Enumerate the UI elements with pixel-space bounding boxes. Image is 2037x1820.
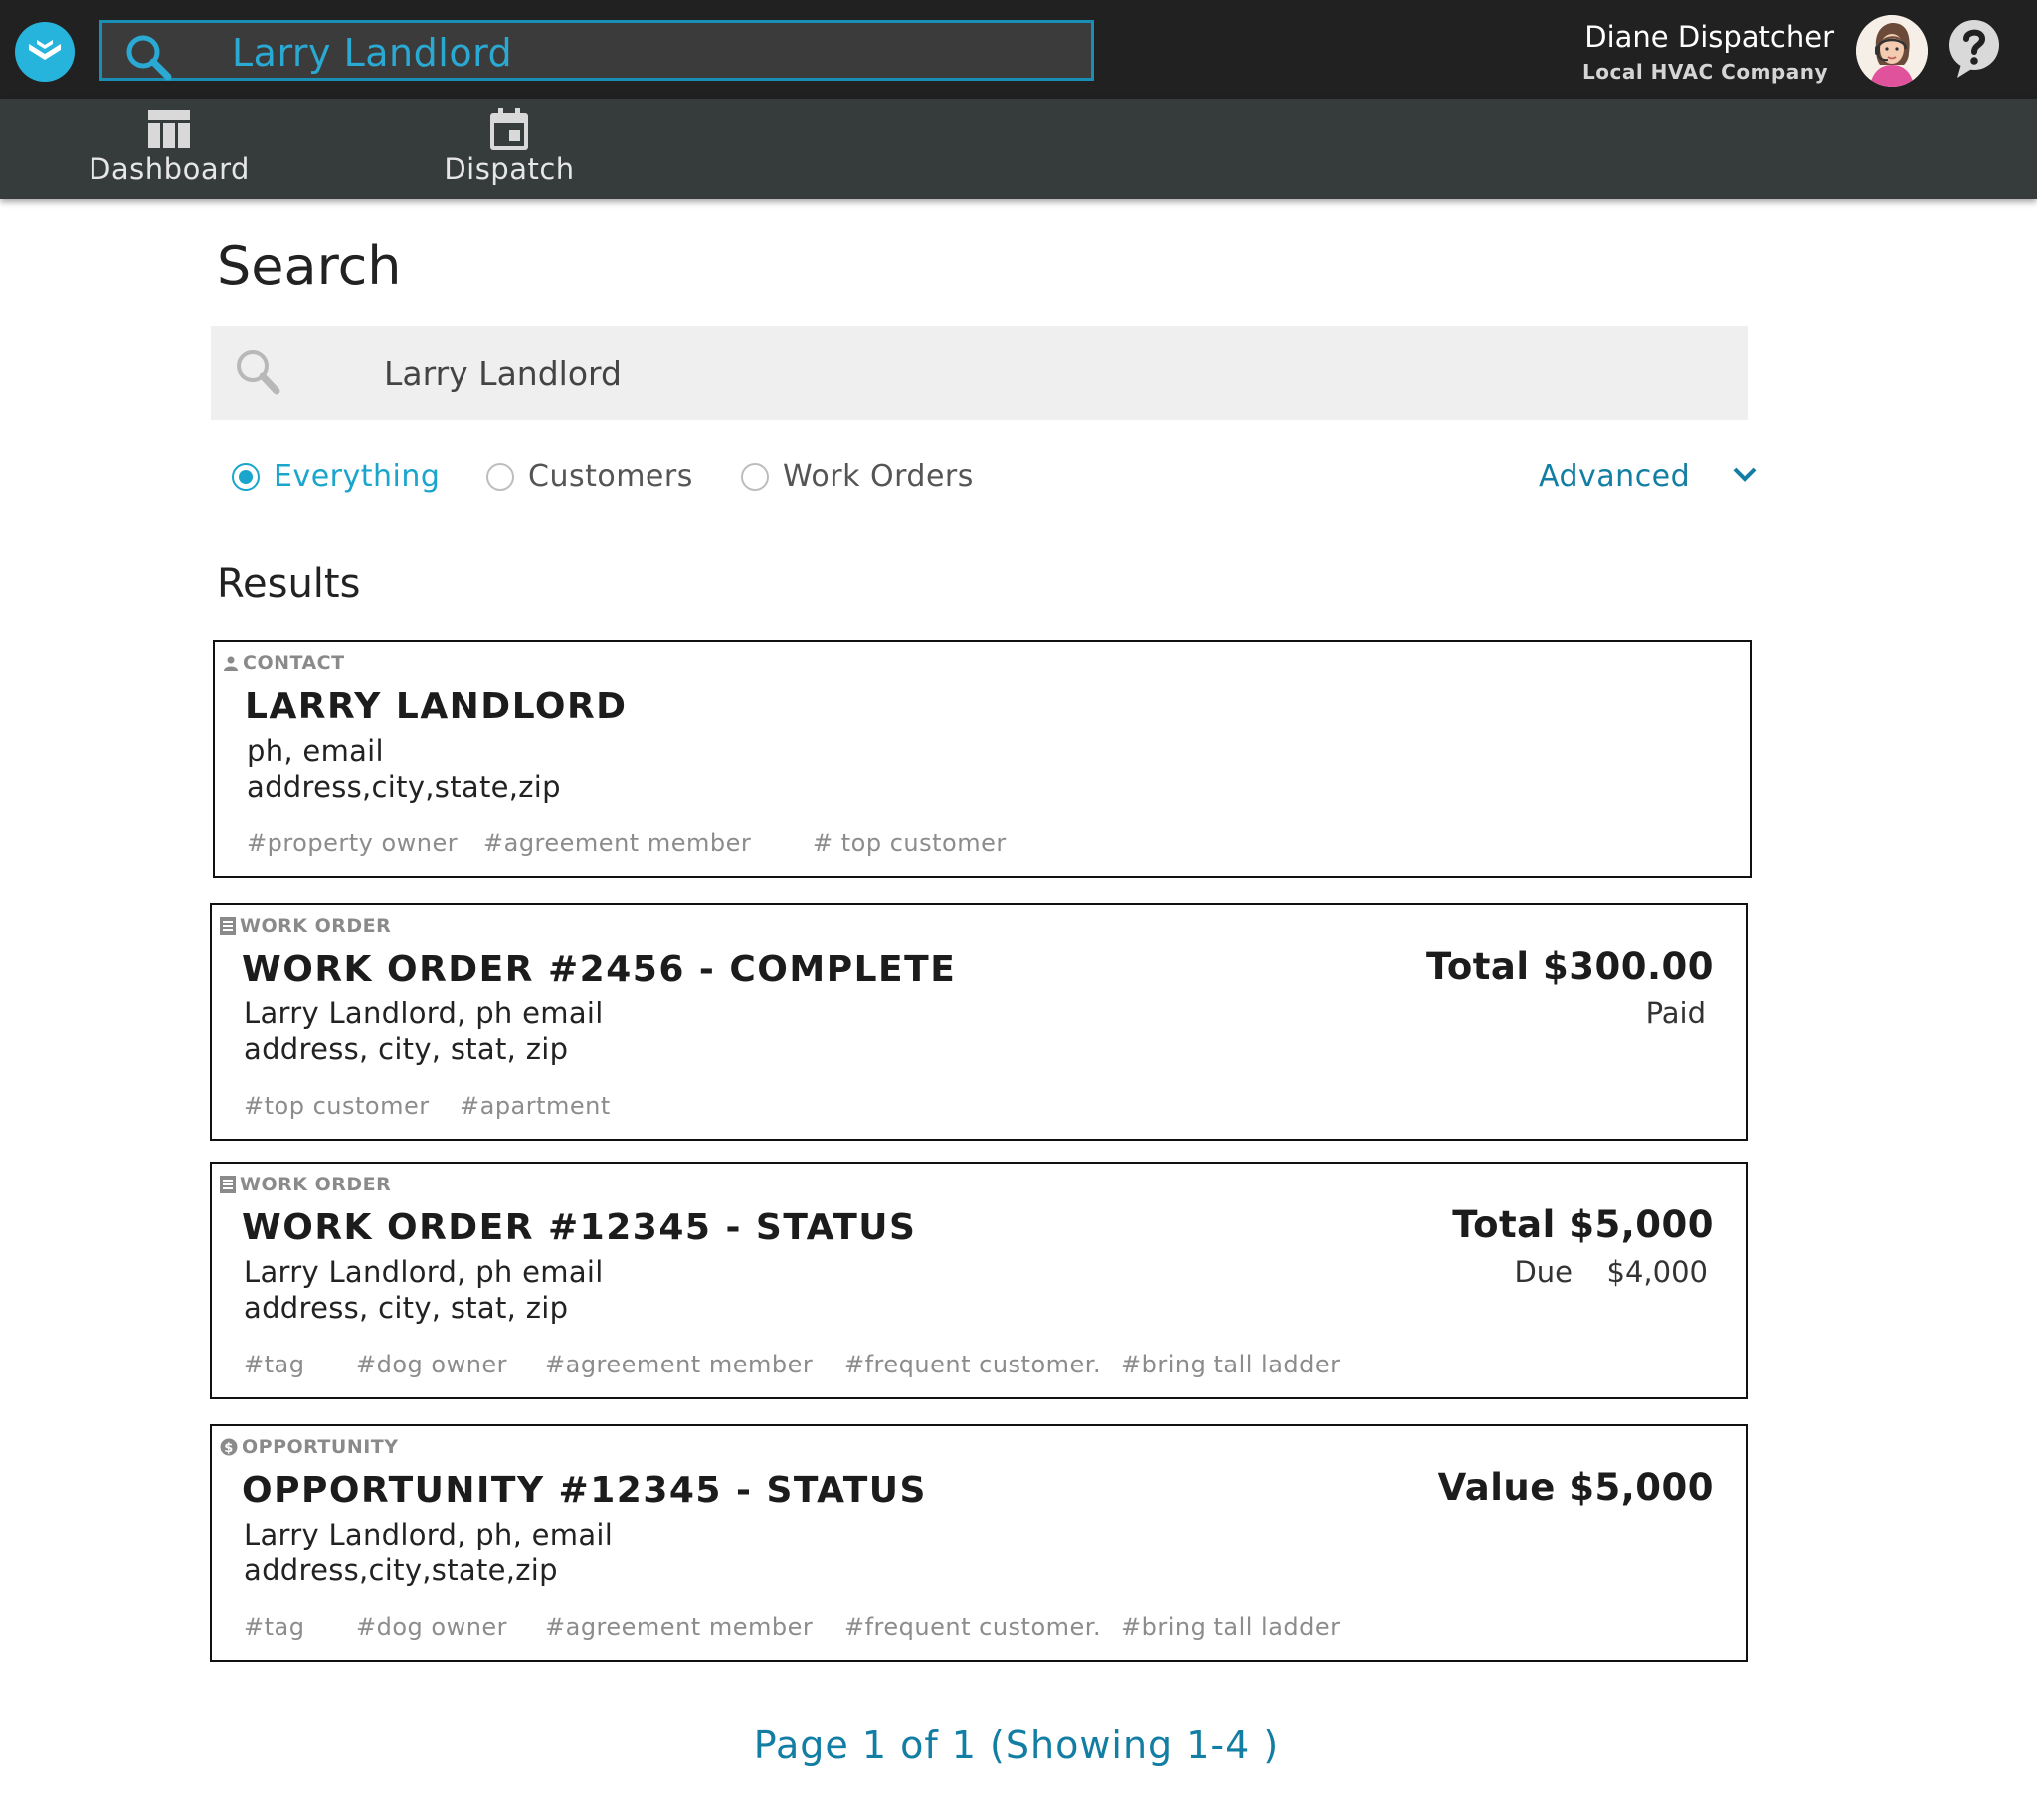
result-kind-label: WORK ORDER — [240, 915, 392, 937]
top-bar: Larry Landlord Diane Dispatcher Local HV… — [0, 0, 2037, 99]
result-tag[interactable]: #tag — [244, 1351, 304, 1378]
result-title: LARRY LANDLORD — [245, 686, 628, 727]
table-icon — [148, 106, 190, 152]
result-total: Total $300.00 — [1426, 945, 1714, 988]
result-tag[interactable]: #frequent customer. — [844, 1613, 1101, 1641]
filter-everything-label: Everything — [274, 459, 441, 494]
result-address: address, city, stat, zip — [244, 1032, 569, 1066]
advanced-label: Advanced — [1539, 459, 1691, 494]
result-kind: CONTACT — [223, 652, 345, 674]
filter-work-orders-label: Work Orders — [783, 459, 974, 494]
due-value: $4,000 — [1606, 1255, 1708, 1289]
pagination-label: Page 1 of 1 (Showing 1-4 ) — [753, 1724, 1280, 1767]
result-card-contact[interactable]: CONTACT LARRY LANDLORD ph, email address… — [213, 640, 1752, 878]
result-tag[interactable]: #bring tall ladder — [1121, 1351, 1341, 1378]
result-address: address,city,state,zip — [244, 1553, 558, 1587]
filter-work-orders-radio[interactable]: Work Orders — [741, 459, 974, 494]
result-kind-label: OPPORTUNITY — [242, 1436, 399, 1458]
result-contact-info: Larry Landlord, ph, email — [244, 1518, 614, 1551]
result-title: WORK ORDER #12345 - STATUS — [242, 1207, 917, 1248]
payment-status: Paid — [1645, 997, 1706, 1030]
result-card-work-order[interactable]: WORK ORDER WORK ORDER #12345 - STATUS La… — [210, 1162, 1748, 1399]
nav-label-dashboard: Dashboard — [89, 152, 250, 186]
result-title: OPPORTUNITY #12345 - STATUS — [242, 1470, 927, 1511]
result-tag[interactable]: #tag — [244, 1613, 304, 1641]
result-tag[interactable]: # top customer — [813, 829, 1007, 857]
filter-everything-radio[interactable]: Everything — [232, 459, 440, 494]
result-total: Total $5,000 — [1452, 1203, 1714, 1246]
result-card-work-order[interactable]: WORK ORDER WORK ORDER #2456 - COMPLETE L… — [210, 903, 1748, 1141]
results-heading: Results — [217, 561, 361, 607]
result-card-opportunity[interactable]: $ OPPORTUNITY OPPORTUNITY #12345 - STATU… — [210, 1424, 1748, 1662]
result-tag[interactable]: #agreement member — [545, 1351, 813, 1378]
result-value: Value $5,000 — [1437, 1466, 1714, 1509]
document-icon — [220, 917, 236, 935]
calendar-icon — [490, 106, 528, 152]
chevron-down-icon — [1732, 465, 1758, 488]
result-contact-info: Larry Landlord, ph email — [244, 997, 604, 1030]
advanced-toggle[interactable]: Advanced — [1539, 459, 1758, 494]
filter-customers-radio[interactable]: Customers — [486, 459, 693, 494]
result-title: WORK ORDER #2456 - COMPLETE — [242, 949, 957, 990]
global-search-input[interactable]: Larry Landlord — [99, 20, 1094, 81]
nav-label-dispatch: Dispatch — [444, 152, 575, 186]
result-contact-info: Larry Landlord, ph email — [244, 1255, 604, 1289]
result-address: address, city, stat, zip — [244, 1291, 569, 1325]
filter-customers-label: Customers — [528, 459, 693, 494]
svg-text:$: $ — [224, 1441, 234, 1456]
nav-item-dashboard[interactable]: Dashboard — [60, 99, 278, 199]
nav-item-dispatch[interactable]: Dispatch — [410, 99, 609, 199]
search-icon — [122, 31, 176, 90]
result-tag[interactable]: #dog owner — [356, 1613, 507, 1641]
result-tag[interactable]: #property owner — [247, 829, 458, 857]
result-tag[interactable]: #dog owner — [356, 1351, 507, 1378]
result-tag[interactable]: #bring tall ladder — [1121, 1613, 1341, 1641]
person-icon — [223, 655, 239, 671]
user-company: Local HVAC Company — [1582, 60, 1828, 84]
result-tag[interactable]: #top customer — [244, 1092, 430, 1120]
page-title: Search — [217, 235, 402, 297]
result-kind: WORK ORDER — [220, 1174, 391, 1195]
nav-bar: Dashboard Dispatch — [0, 99, 2037, 199]
radio-checked-icon — [232, 462, 260, 491]
result-tag[interactable]: #apartment — [460, 1092, 611, 1120]
app-logo-icon[interactable] — [15, 22, 75, 82]
search-input-value: Larry Landlord — [384, 354, 622, 393]
search-input[interactable]: Larry Landlord — [211, 326, 1748, 420]
dollar-icon: $ — [220, 1438, 238, 1456]
result-kind-label: CONTACT — [243, 652, 345, 674]
result-contact-info: ph, email — [247, 734, 384, 768]
radio-unchecked-icon — [486, 462, 514, 491]
user-name[interactable]: Diane Dispatcher — [1584, 20, 1834, 54]
avatar[interactable] — [1856, 15, 1928, 87]
search-icon — [233, 346, 282, 403]
document-icon — [220, 1176, 236, 1193]
pagination: Page 1 of 1 (Showing 1-4 ) — [0, 1724, 2037, 1767]
due-label: Due — [1514, 1255, 1573, 1289]
help-icon[interactable] — [1947, 18, 2001, 80]
result-address: address,city,state,zip — [247, 770, 561, 804]
result-kind: $ OPPORTUNITY — [220, 1436, 399, 1458]
result-tag[interactable]: #agreement member — [483, 829, 751, 857]
radio-unchecked-icon — [741, 462, 769, 491]
global-search-value: Larry Landlord — [232, 31, 513, 75]
result-kind: WORK ORDER — [220, 915, 391, 937]
result-tag[interactable]: #agreement member — [545, 1613, 813, 1641]
result-tag[interactable]: #frequent customer. — [844, 1351, 1101, 1378]
result-kind-label: WORK ORDER — [240, 1174, 392, 1195]
